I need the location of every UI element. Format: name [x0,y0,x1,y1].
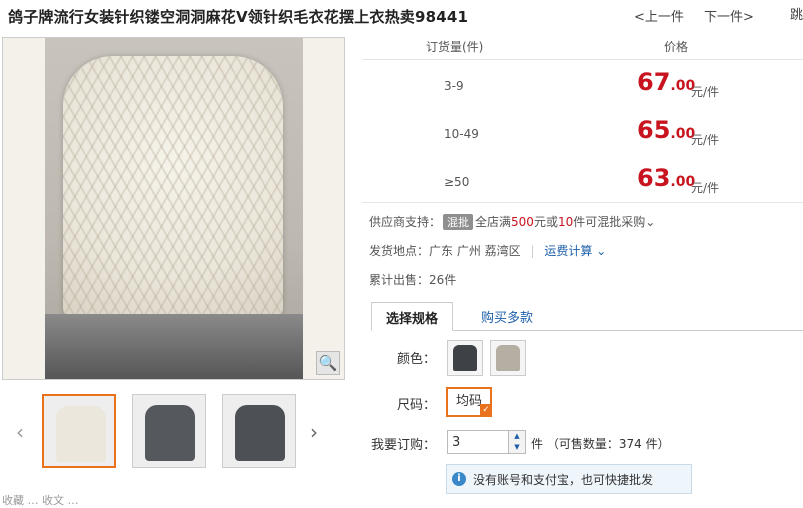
spec-tabs: 选择规格 购买多款 [371,302,803,331]
price-value: 65.00 [637,116,696,144]
price-row: 10-49 65.00 元/件 [362,110,803,158]
thumbnail-2[interactable] [132,394,206,468]
price-header: 价格 [664,40,689,54]
sweater-illustration [63,56,283,318]
supplier-label: 供应商支持： [369,215,442,229]
color-swatch-dark[interactable] [447,340,483,376]
prev-product-link[interactable]: <上一件 [634,6,684,25]
quantity-input[interactable] [447,430,509,454]
tab-buy-multiple[interactable]: 购买多款 [467,302,547,331]
qty-header: 订货量(件) [426,40,484,54]
thumbnail-1[interactable] [42,394,116,468]
quantity-stepper[interactable]: ▲ ▼ [509,430,526,454]
chevron-down-icon[interactable]: ⌄ [596,244,606,258]
qty-range: ≥50 [444,175,470,189]
price-unit: 元/件 [691,133,720,147]
decrement-icon[interactable]: ▼ [509,442,525,453]
shipping-row: 发货地点：广东 广州 荔湾区 | 运费计算 ⌄ [369,242,606,259]
stock-info: 件 （可售数量：374 件） [531,437,670,451]
increment-icon[interactable]: ▲ [509,431,525,442]
size-label: 尺码： [396,398,436,413]
next-product-link[interactable]: 下一件> [704,6,754,25]
sold-label: 累计出售： [369,273,430,287]
info-icon: i [452,472,466,486]
thumb-prev-icon[interactable]: ‹ [16,420,24,444]
chevron-down-icon[interactable]: ⌄ [645,215,655,229]
freight-calc-link[interactable]: 运费计算 [544,244,592,258]
color-label: 颜色： [396,352,436,367]
main-product-image[interactable]: 🔍 [2,37,345,380]
jump-link[interactable]: 跳 [790,4,803,23]
thumbnail-strip: ‹ › [0,388,345,476]
zoom-icon[interactable]: 🔍 [316,351,340,375]
price-table-header: 订货量(件) 价格 [362,36,803,60]
bottom-cutoff-text: 收藏 … 收文 … [2,494,79,507]
supplier-support-row: 供应商支持： 混批 全店满500元或10件可混批采购⌄ [369,214,656,230]
product-photo [45,38,303,379]
price-row: 3-9 67.00 元/件 [362,62,803,110]
checkmark-icon: ✓ [480,404,492,416]
thumbnail-3[interactable] [222,394,296,468]
sold-row: 累计出售：26件 [369,271,456,288]
color-swatch-light[interactable] [490,340,526,376]
divider [362,202,803,203]
price-unit: 元/件 [691,181,720,195]
thumb-next-icon[interactable]: › [310,420,318,444]
price-value: 67.00 [637,68,696,96]
price-row: ≥50 63.00 元/件 [362,158,803,206]
sold-count: 26件 [429,273,457,287]
tab-select-spec[interactable]: 选择规格 [371,302,454,331]
order-label: 我要订购： [370,438,436,453]
price-unit: 元/件 [691,85,720,99]
mixed-batch-badge: 混批 [443,214,474,230]
product-title: 鸽子牌流行女装针织镂空洞洞麻花V领针织毛衣花摆上衣热卖98441 [8,8,469,26]
shipping-label: 发货地点： [369,244,430,258]
clothing-rack [45,314,303,379]
price-value: 63.00 [637,164,696,192]
quick-wholesale-notice: 没有账号和支付宝，也可快捷批发 [446,464,692,494]
qty-range: 10-49 [444,127,479,141]
shipping-location: 广东 广州 荔湾区 [429,244,521,258]
separator: | [530,244,535,258]
qty-range: 3-9 [444,79,464,93]
